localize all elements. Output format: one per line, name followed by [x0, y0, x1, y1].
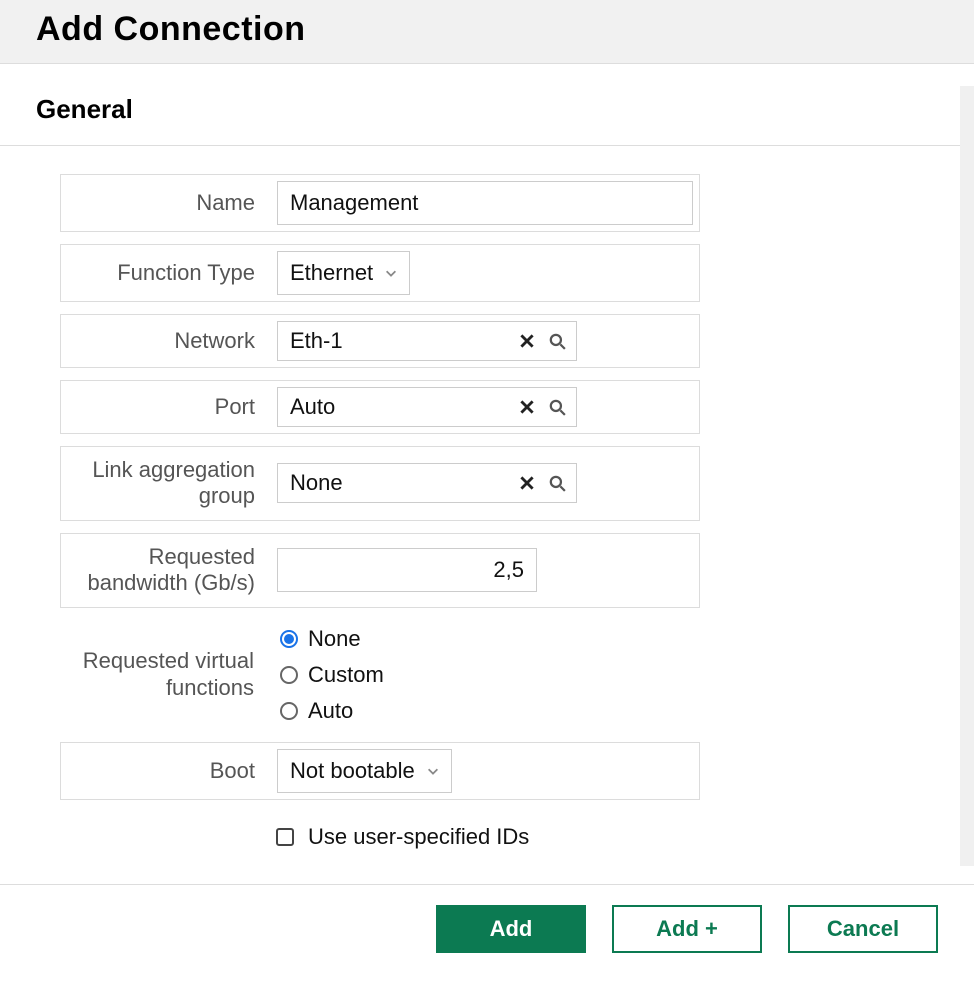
row-name: Name [60, 174, 700, 232]
radio-icon [280, 666, 298, 684]
use-ids-label: Use user-specified IDs [308, 824, 529, 850]
lag-lookup[interactable]: None [277, 463, 577, 503]
chevron-down-icon [425, 763, 441, 779]
name-input[interactable] [277, 181, 693, 225]
search-icon[interactable] [546, 472, 568, 494]
radio-icon [280, 630, 298, 648]
network-lookup[interactable]: Eth-1 [277, 321, 577, 361]
label-lag: Link aggregation group [61, 447, 271, 520]
vf-option-label: Custom [308, 662, 384, 688]
function-type-value: Ethernet [290, 260, 373, 286]
form-area: Name Function Type Ethernet Network Eth-… [0, 146, 700, 850]
dialog-header: Add Connection [0, 0, 974, 64]
row-lag: Link aggregation group None [60, 446, 700, 521]
bandwidth-input[interactable] [277, 548, 537, 592]
dialog-title: Add Connection [36, 10, 938, 49]
label-vf: Requested virtual functions [60, 620, 270, 730]
close-icon[interactable] [516, 396, 538, 418]
label-function-type: Function Type [61, 245, 271, 301]
vf-option-auto[interactable]: Auto [280, 698, 353, 724]
row-function-type: Function Type Ethernet [60, 244, 700, 302]
add-plus-button[interactable]: Add + [612, 905, 762, 953]
label-bandwidth: Requested bandwidth (Gb/s) [61, 534, 271, 607]
port-lookup[interactable]: Auto [277, 387, 577, 427]
network-value: Eth-1 [290, 328, 508, 354]
vf-option-label: None [308, 626, 361, 652]
boot-value: Not bootable [290, 758, 415, 784]
lag-value: None [290, 470, 508, 496]
label-port: Port [61, 381, 271, 433]
row-boot: Boot Not bootable [60, 742, 700, 800]
search-icon[interactable] [546, 330, 568, 352]
footer-buttons: Add Add + Cancel [0, 885, 974, 953]
scrollbar[interactable] [960, 86, 974, 866]
checkbox-icon[interactable] [276, 828, 294, 846]
port-value: Auto [290, 394, 508, 420]
row-port: Port Auto [60, 380, 700, 434]
row-use-ids[interactable]: Use user-specified IDs [60, 824, 700, 850]
row-bandwidth: Requested bandwidth (Gb/s) [60, 533, 700, 608]
row-virtual-functions: Requested virtual functions None Custom … [60, 620, 700, 730]
boot-select[interactable]: Not bootable [277, 749, 452, 793]
radio-icon [280, 702, 298, 720]
label-name: Name [61, 175, 271, 231]
vf-option-none[interactable]: None [280, 626, 361, 652]
chevron-down-icon [383, 265, 399, 281]
add-button[interactable]: Add [436, 905, 586, 953]
close-icon[interactable] [516, 330, 538, 352]
label-network: Network [61, 315, 271, 367]
section-title: General [36, 94, 938, 145]
vf-option-label: Auto [308, 698, 353, 724]
close-icon[interactable] [516, 472, 538, 494]
function-type-select[interactable]: Ethernet [277, 251, 410, 295]
label-boot: Boot [61, 743, 271, 799]
vf-option-custom[interactable]: Custom [280, 662, 384, 688]
search-icon[interactable] [546, 396, 568, 418]
cancel-button[interactable]: Cancel [788, 905, 938, 953]
row-network: Network Eth-1 [60, 314, 700, 368]
